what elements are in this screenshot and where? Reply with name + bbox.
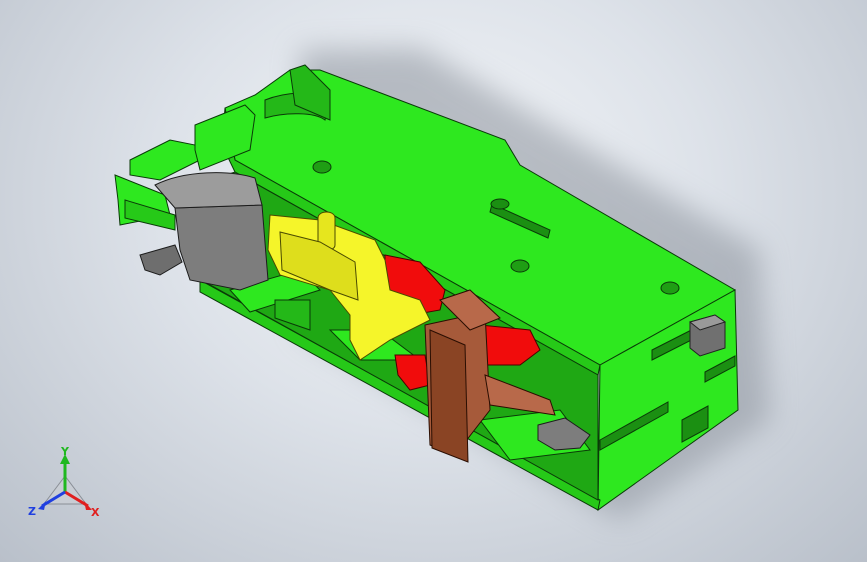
mounting-hole-3 <box>510 259 530 273</box>
orientation-triad[interactable]: Y Z X <box>22 446 108 526</box>
cad-model[interactable] <box>0 0 867 562</box>
cam-foot <box>139 244 183 276</box>
slot-end-hole <box>490 198 510 210</box>
comb-fingers-upper <box>129 139 201 181</box>
triad-z-arrow <box>38 501 46 510</box>
triad-x-label: X <box>91 506 100 519</box>
mounting-hole-4 <box>660 281 680 295</box>
triad-z-label: Z <box>28 505 36 518</box>
triad-y-label: Y <box>60 446 70 458</box>
cam-body <box>174 204 269 291</box>
cam-top <box>154 172 263 209</box>
graphics-viewport[interactable]: Y Z X <box>0 0 867 562</box>
mounting-hole-2 <box>312 160 332 174</box>
slider-front <box>429 329 469 463</box>
